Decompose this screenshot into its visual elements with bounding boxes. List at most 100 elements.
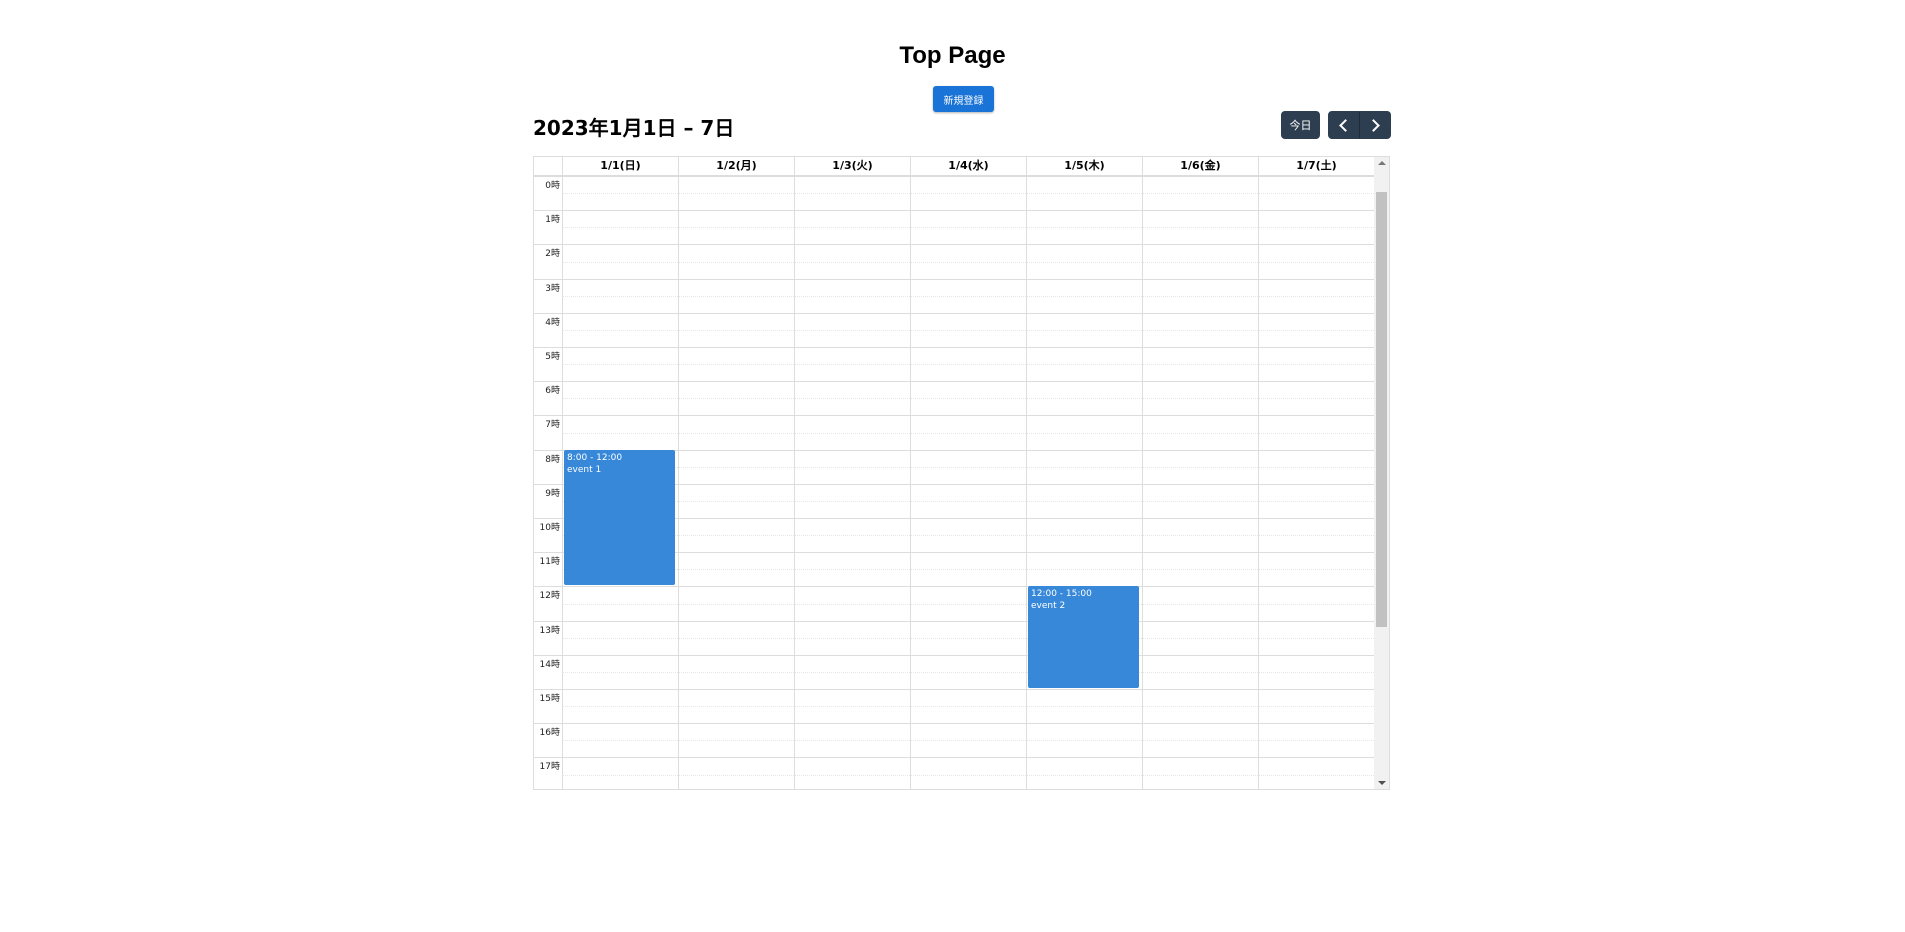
chevron-left-icon (1338, 118, 1352, 132)
day-header: 1/7(土) (1258, 157, 1374, 175)
half-hour-line (562, 364, 1374, 366)
calendar-event[interactable]: 8:00 - 12:00 event 1 (564, 449, 675, 586)
scroll-up-arrow[interactable] (1374, 157, 1389, 169)
axis-hour-line (534, 689, 562, 690)
half-hour-line (562, 193, 1374, 195)
half-hour-line (562, 740, 1374, 742)
axis-hour-line (534, 723, 562, 725)
hour-line (562, 347, 1374, 348)
calendar-event[interactable]: 12:00 - 15:00 event 2 (1028, 586, 1139, 688)
axis-hour-line (534, 415, 562, 417)
axis-hour-line (534, 347, 562, 348)
day-header-row: 1/1(日) 1/2(月) 1/3(火) 1/4(水) 1/5(木) 1/6(金) 1/7(… (534, 157, 1374, 176)
axis-hour-line (534, 518, 562, 519)
hour-line (562, 654, 1374, 656)
hour-label: 14時 (539, 659, 560, 670)
axis-hour-line (534, 586, 562, 588)
half-hour-line (562, 603, 1374, 605)
day-column-line (910, 176, 911, 789)
hour-label: 8時 (545, 454, 560, 465)
hour-line (562, 620, 1374, 622)
half-hour-line (562, 466, 1374, 468)
hour-line (562, 244, 1374, 246)
day-column-line (1026, 176, 1027, 789)
scroll-down-arrow[interactable] (1374, 777, 1389, 789)
hour-label: 15時 (539, 694, 560, 704)
half-hour-line (562, 569, 1374, 571)
half-hour-line (562, 637, 1374, 639)
half-hour-line (562, 432, 1374, 434)
hour-line (562, 449, 1374, 451)
day-column-line (562, 176, 563, 789)
hour-label: 16時 (539, 728, 560, 739)
arrow-up-icon (1378, 161, 1386, 165)
hour-label: 7時 (545, 420, 560, 431)
hour-label: 0時 (545, 181, 560, 191)
hour-line (562, 176, 1374, 177)
half-hour-line (562, 398, 1374, 400)
hour-label: 3時 (545, 283, 560, 294)
hour-line (562, 483, 1374, 485)
hour-label: 4時 (545, 317, 560, 328)
axis-hour-line (534, 176, 562, 177)
axis-hour-line (534, 483, 562, 485)
day-column-line (1258, 176, 1259, 789)
axis-hour-line (534, 381, 562, 383)
event-time: 12:00 - 15:00 (1031, 589, 1092, 600)
day-header: 1/1(日) (562, 157, 678, 175)
day-header: 1/6(金) (1142, 157, 1258, 175)
day-column-line (678, 176, 679, 789)
day-header: 1/5(木) (1026, 157, 1142, 175)
half-hour-line (562, 329, 1374, 331)
axis-hour-line (534, 278, 562, 280)
hour-line (562, 312, 1374, 314)
hour-label: 1時 (545, 215, 560, 226)
half-hour-line (562, 774, 1374, 776)
axis-hour-line (534, 210, 562, 212)
hour-line (562, 586, 1374, 588)
event-title: event 2 (1031, 601, 1066, 612)
hour-line (562, 689, 1374, 690)
new-registration-button[interactable]: 新規登録 (933, 86, 994, 112)
event-time: 8:00 - 12:00 (567, 452, 623, 463)
next-week-button[interactable] (1359, 111, 1391, 139)
hour-line (562, 210, 1374, 212)
hour-line (562, 723, 1374, 725)
hour-line (562, 518, 1374, 519)
half-hour-line (562, 295, 1374, 297)
hour-label: 9時 (545, 488, 560, 499)
day-column-line (1142, 176, 1143, 789)
hour-label: 5時 (545, 352, 560, 362)
date-range-title: 2023年1月1日 – 7日 (533, 116, 735, 140)
hour-label: 12時 (539, 591, 560, 602)
day-header: 1/3(火) (794, 157, 910, 175)
time-grid[interactable]: 0時 1時 2時 3時 4時 5時 6時 7時 8時 9時 10時 11時 12時 13時 14時 15時 16… (534, 176, 1374, 789)
hour-label: 10時 (539, 523, 560, 533)
axis-hour-line (534, 449, 562, 451)
half-hour-line (562, 706, 1374, 708)
hour-label: 11時 (539, 557, 560, 568)
arrow-down-icon (1378, 781, 1386, 785)
day-header: 1/4(水) (910, 157, 1026, 175)
chevron-right-icon (1367, 118, 1380, 132)
prev-week-button[interactable] (1328, 111, 1359, 139)
hour-line (562, 415, 1374, 417)
event-title: event 1 (567, 464, 602, 475)
hour-line (562, 757, 1374, 759)
calendar-scrollbar[interactable] (1374, 157, 1389, 789)
axis-hour-line (534, 244, 562, 246)
today-button[interactable]: 今日 (1281, 111, 1320, 139)
day-column-line (794, 176, 795, 789)
half-hour-line (562, 227, 1374, 229)
axis-hour-line (534, 552, 562, 554)
week-calendar: 1/1(日) 1/2(月) 1/3(火) 1/4(水) 1/5(木) 1/6(金) 1/7(… (533, 156, 1390, 790)
hour-line (562, 552, 1374, 554)
hour-label: 13時 (539, 625, 560, 636)
hour-label: 6時 (545, 386, 560, 397)
scroll-thumb[interactable] (1376, 192, 1387, 627)
axis-hour-line (534, 757, 562, 759)
half-hour-line (562, 671, 1374, 673)
axis-hour-line (534, 620, 562, 622)
axis-hour-line (534, 312, 562, 314)
page-title: Top Page (899, 42, 1006, 69)
